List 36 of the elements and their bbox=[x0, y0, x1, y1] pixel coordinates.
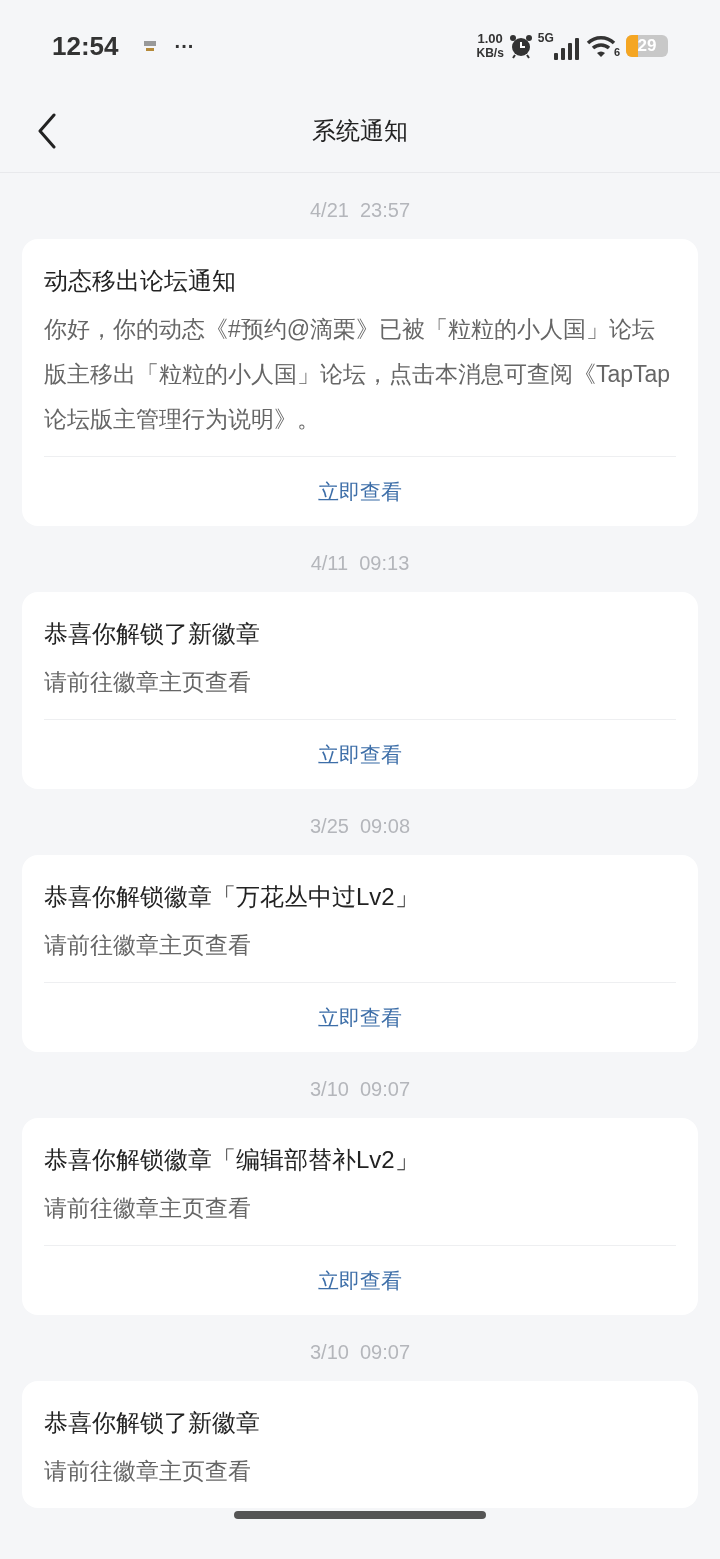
notification-title: 动态移出论坛通知 bbox=[44, 266, 237, 296]
app-notification-icon bbox=[142, 39, 157, 53]
view-now-link[interactable]: 立即查看 bbox=[318, 738, 402, 771]
more-indicator: ··· bbox=[174, 34, 195, 59]
signal-icon bbox=[553, 38, 580, 60]
notification-card[interactable]: 动态移出论坛通知 你好，你的动态《#预约@滴栗》已被「粒粒的小人国」论坛版主移出「粒粒的小人国」论坛，点击本消息可查阅《TapTap论坛版主管理行为说明》。 立即查看 bbox=[22, 239, 698, 526]
view-now-link[interactable]: 立即查看 bbox=[318, 1001, 402, 1034]
notification-body: 请前往徽章主页查看 bbox=[44, 668, 252, 697]
notification-card[interactable]: 恭喜你解锁了新徽章 请前往徽章主页查看 立即查看 bbox=[22, 592, 698, 789]
notification-title: 恭喜你解锁徽章「万花丛中过Lv2」 bbox=[44, 882, 420, 912]
notification-body: 请前往徽章主页查看 bbox=[44, 1457, 252, 1486]
notification-date: 3/10 09:07 bbox=[309, 1077, 411, 1102]
net-speed-unit: KB/s bbox=[476, 46, 504, 60]
notification-date: 4/21 23:57 bbox=[309, 198, 411, 223]
wifi-number: 6 bbox=[613, 44, 620, 60]
notification-body: 请前往徽章主页查看 bbox=[44, 931, 252, 960]
notification-card[interactable]: 恭喜你解锁徽章「编辑部替补Lv2」 请前往徽章主页查看 立即查看 bbox=[22, 1118, 698, 1315]
notification-title: 恭喜你解锁徽章「编辑部替补Lv2」 bbox=[44, 1145, 420, 1175]
alarm-icon bbox=[507, 33, 534, 59]
page-title: 系统通知 bbox=[312, 116, 408, 146]
wifi-icon bbox=[585, 34, 616, 58]
network-type: 5G bbox=[537, 32, 554, 44]
notification-date: 4/11 09:13 bbox=[310, 551, 410, 576]
notification-date: 3/10 09:07 bbox=[309, 1340, 411, 1365]
notification-title: 恭喜你解锁了新徽章 bbox=[44, 1408, 261, 1438]
notification-body: 请前往徽章主页查看 bbox=[44, 1194, 252, 1223]
status-time: 12:54 bbox=[52, 29, 119, 63]
notification-body: 你好，你的动态《#预约@滴栗》已被「粒粒的小人国」论坛版主移出「粒粒的小人国」论坛，点击本消息可查阅《TapTap论坛版主管理行为说明》。 bbox=[44, 315, 672, 434]
back-icon[interactable] bbox=[36, 113, 58, 149]
net-speed-value: 1.00 bbox=[477, 32, 503, 46]
notification-date: 3/25 09:08 bbox=[309, 814, 411, 839]
view-now-link[interactable]: 立即查看 bbox=[318, 475, 402, 508]
notification-title: 恭喜你解锁了新徽章 bbox=[44, 619, 261, 649]
notification-card[interactable]: 恭喜你解锁了新徽章 请前往徽章主页查看 bbox=[22, 1381, 698, 1508]
notification-card[interactable]: 恭喜你解锁徽章「万花丛中过Lv2」 请前往徽章主页查看 立即查看 bbox=[22, 855, 698, 1052]
view-now-link[interactable]: 立即查看 bbox=[318, 1264, 402, 1297]
